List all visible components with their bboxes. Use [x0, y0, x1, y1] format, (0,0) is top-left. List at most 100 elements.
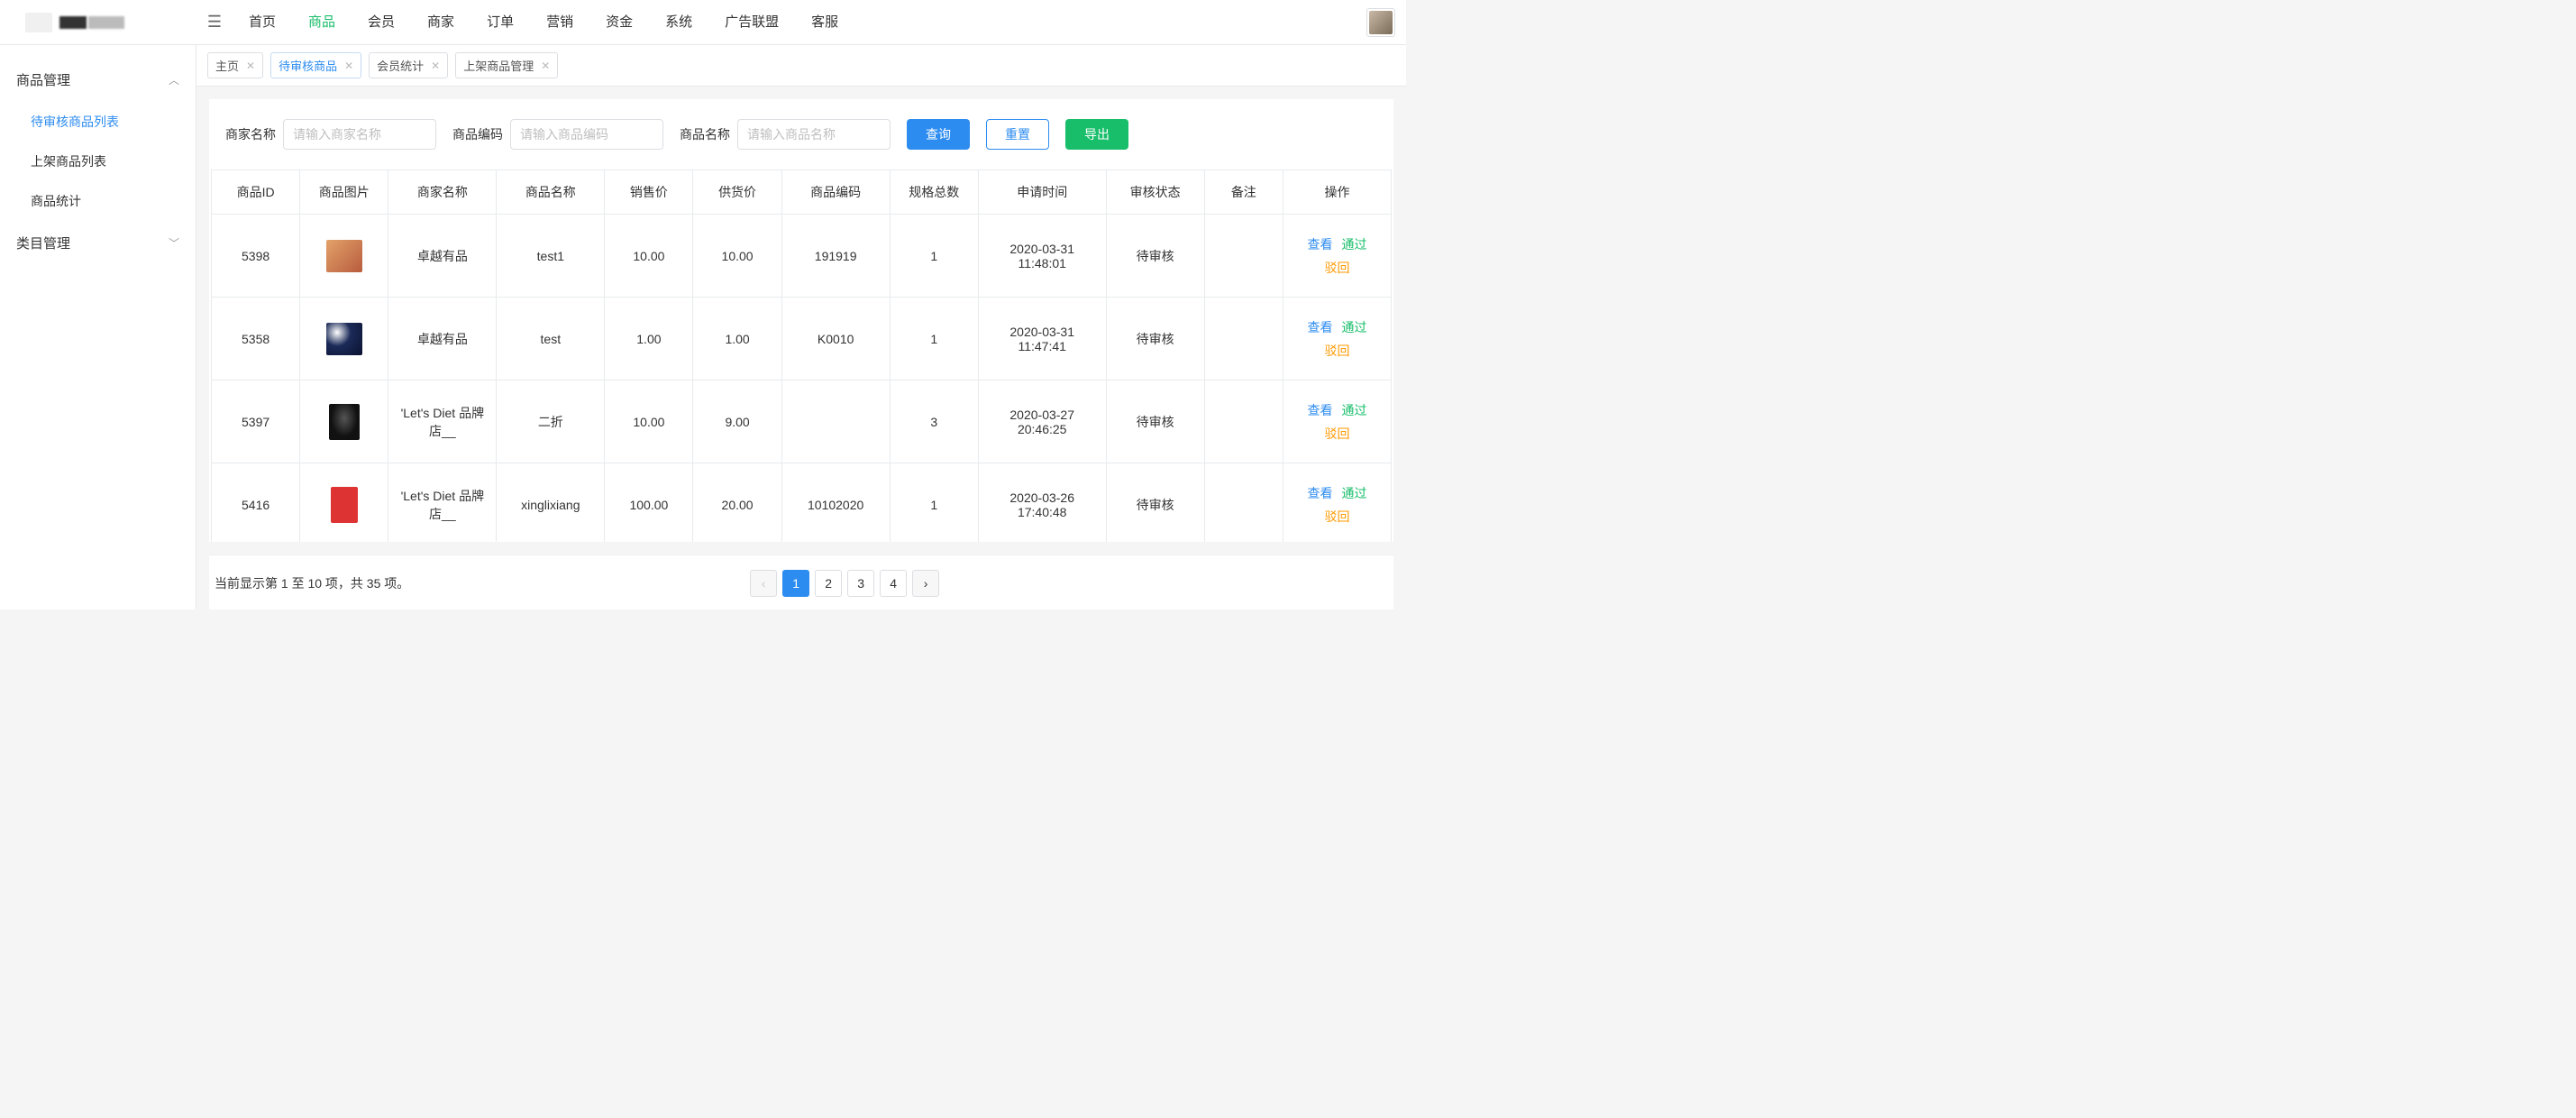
- nav-product[interactable]: 商品: [292, 0, 352, 45]
- reset-button[interactable]: 重置: [986, 119, 1049, 150]
- logo-mark: [59, 16, 87, 29]
- table-container: 商品ID 商品图片 商家名称 商品名称 销售价 供货价 商品编码 规格总数 申请…: [209, 170, 1393, 542]
- page-2[interactable]: 2: [815, 570, 842, 597]
- col-name: 商品名称: [497, 170, 605, 215]
- page-4[interactable]: 4: [880, 570, 907, 597]
- table-header-row: 商品ID 商品图片 商家名称 商品名称 销售价 供货价 商品编码 规格总数 申请…: [212, 170, 1392, 215]
- cell-specs: 1: [890, 298, 978, 380]
- cell-status: 待审核: [1106, 380, 1204, 463]
- sidebar-group-product[interactable]: 商品管理 ︿: [0, 58, 196, 102]
- nav-system[interactable]: 系统: [649, 0, 708, 45]
- approve-link[interactable]: 通过: [1341, 235, 1366, 253]
- tab-member-stats[interactable]: 会员统计 ✕: [369, 52, 448, 78]
- reject-link[interactable]: 驳回: [1291, 342, 1384, 360]
- reject-link[interactable]: 驳回: [1291, 508, 1384, 526]
- view-link[interactable]: 查看: [1307, 401, 1332, 419]
- cell-id: 5358: [212, 298, 300, 380]
- nav-ads[interactable]: 广告联盟: [708, 0, 795, 45]
- col-ops: 操作: [1283, 170, 1391, 215]
- cell-id: 5416: [212, 463, 300, 543]
- close-icon[interactable]: ✕: [541, 60, 550, 72]
- tab-home[interactable]: 主页 ✕: [207, 52, 263, 78]
- tab-online-product-mgmt[interactable]: 上架商品管理 ✕: [455, 52, 558, 78]
- nav-service[interactable]: 客服: [795, 0, 854, 45]
- cell-ops: 查看通过驳回: [1283, 463, 1391, 543]
- sidebar-item-pending-products[interactable]: 待审核商品列表: [0, 102, 196, 142]
- cell-price: 100.00: [605, 463, 693, 543]
- page-next[interactable]: ›: [912, 570, 939, 597]
- cell-name: test: [497, 298, 605, 380]
- cell-price: 10.00: [605, 380, 693, 463]
- sidebar-group-category[interactable]: 类目管理 ﹀: [0, 221, 196, 265]
- cell-code: [781, 380, 890, 463]
- cell-specs: 3: [890, 380, 978, 463]
- cell-supply: 9.00: [693, 380, 781, 463]
- nav-funds[interactable]: 资金: [589, 0, 649, 45]
- tab-label: 会员统计: [377, 57, 424, 74]
- close-icon[interactable]: ✕: [344, 60, 353, 72]
- approve-link[interactable]: 通过: [1341, 401, 1366, 419]
- col-remark: 备注: [1204, 170, 1283, 215]
- col-code: 商品编码: [781, 170, 890, 215]
- export-button[interactable]: 导出: [1065, 119, 1128, 150]
- product-code-input[interactable]: [510, 119, 663, 150]
- product-image-icon: [331, 487, 358, 523]
- page-1[interactable]: 1: [782, 570, 809, 597]
- query-button[interactable]: 查询: [907, 119, 970, 150]
- col-price: 销售价: [605, 170, 693, 215]
- cell-remark: [1204, 463, 1283, 543]
- table-row: 5358卓越有品test1.001.00K001012020-03-31 11:…: [212, 298, 1392, 380]
- tab-label: 上架商品管理: [463, 57, 534, 74]
- col-specs: 规格总数: [890, 170, 978, 215]
- nav-order[interactable]: 订单: [470, 0, 530, 45]
- cell-status: 待审核: [1106, 215, 1204, 298]
- reject-link[interactable]: 驳回: [1291, 425, 1384, 443]
- chevron-down-icon: ﹀: [169, 235, 179, 251]
- sidebar-item-online-products[interactable]: 上架商品列表: [0, 142, 196, 181]
- cell-code: K0010: [781, 298, 890, 380]
- merchant-name-input[interactable]: [283, 119, 436, 150]
- menu-toggle-icon[interactable]: ☰: [196, 13, 233, 32]
- chevron-right-icon: ›: [924, 576, 928, 591]
- top-header: ☰ 首页 商品 会员 商家 订单 营销 资金 系统 广告联盟 客服: [0, 0, 1406, 45]
- cell-time: 2020-03-31 11:47:41: [978, 298, 1106, 380]
- product-name-input[interactable]: [737, 119, 891, 150]
- close-icon[interactable]: ✕: [431, 60, 440, 72]
- close-icon[interactable]: ✕: [246, 60, 255, 72]
- page-tabs: 主页 ✕ 待审核商品 ✕ 会员统计 ✕ 上架商品管理 ✕: [196, 45, 1406, 87]
- cell-code: 191919: [781, 215, 890, 298]
- filter-label: 商品编码: [452, 125, 503, 143]
- content-panel: 商家名称 商品编码 商品名称 查询 重置 导出: [209, 99, 1393, 542]
- approve-link[interactable]: 通过: [1341, 484, 1366, 502]
- table-row: 5397'Let's Diet 品牌店__二折10.009.0032020-03…: [212, 380, 1392, 463]
- page-prev[interactable]: ‹: [750, 570, 777, 597]
- nav-member[interactable]: 会员: [352, 0, 411, 45]
- view-link[interactable]: 查看: [1307, 235, 1332, 253]
- table-footer: 当前显示第 1 至 10 项，共 35 项。 ‹ 1 2 3 4 ›: [209, 554, 1393, 609]
- nav-merchant[interactable]: 商家: [411, 0, 470, 45]
- sidebar: 商品管理 ︿ 待审核商品列表 上架商品列表 商品统计 类目管理 ﹀: [0, 45, 196, 609]
- cell-id: 5398: [212, 215, 300, 298]
- tab-pending-products[interactable]: 待审核商品 ✕: [270, 52, 361, 78]
- sidebar-item-product-stats[interactable]: 商品统计: [0, 181, 196, 221]
- view-link[interactable]: 查看: [1307, 484, 1332, 502]
- page-3[interactable]: 3: [847, 570, 874, 597]
- cell-supply: 20.00: [693, 463, 781, 543]
- cell-merchant: 'Let's Diet 品牌店__: [388, 463, 497, 543]
- top-nav: 首页 商品 会员 商家 订单 营销 资金 系统 广告联盟 客服: [233, 0, 1366, 45]
- nav-home[interactable]: 首页: [233, 0, 292, 45]
- user-menu[interactable]: [1366, 8, 1395, 37]
- reject-link[interactable]: 驳回: [1291, 259, 1384, 277]
- sidebar-group-label: 商品管理: [16, 70, 70, 89]
- cell-time: 2020-03-27 20:46:25: [978, 380, 1106, 463]
- cell-id: 5397: [212, 380, 300, 463]
- nav-marketing[interactable]: 营销: [530, 0, 589, 45]
- chevron-up-icon: ︿: [169, 72, 179, 87]
- cell-status: 待审核: [1106, 298, 1204, 380]
- approve-link[interactable]: 通过: [1341, 318, 1366, 336]
- view-link[interactable]: 查看: [1307, 318, 1332, 336]
- sidebar-group-label: 类目管理: [16, 234, 70, 252]
- filter-product: 商品名称: [680, 119, 891, 150]
- logo-text: [88, 16, 124, 29]
- col-supply: 供货价: [693, 170, 781, 215]
